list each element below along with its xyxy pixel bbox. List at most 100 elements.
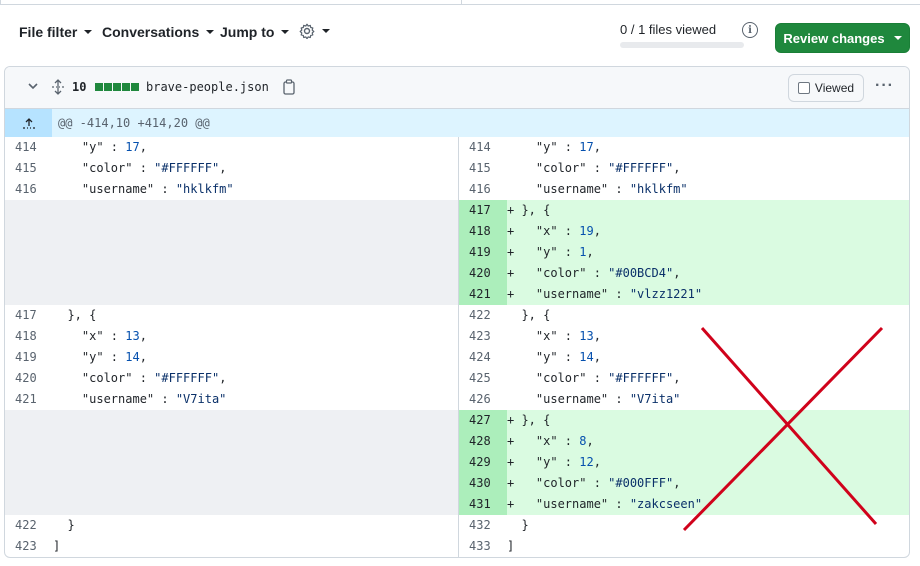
old-line-code	[53, 494, 458, 515]
diff-left-side: 420 "color" : "#FFFFFF",	[5, 368, 458, 389]
diff-right-side: 415 "color" : "#FFFFFF",	[458, 158, 909, 179]
new-line-number[interactable]: 425	[459, 368, 507, 389]
new-line-number[interactable]: 427	[459, 410, 507, 431]
old-line-code: "y" : 14,	[53, 350, 147, 364]
new-line-number[interactable]: 433	[459, 536, 507, 557]
old-line-code: }, {	[53, 308, 97, 322]
old-line-number[interactable]: 417	[5, 305, 53, 326]
new-line-number[interactable]: 421	[459, 284, 507, 305]
conversations-dropdown[interactable]: Conversations	[102, 24, 215, 40]
file-name-link[interactable]: brave-people.json	[146, 80, 269, 94]
jump-to-dropdown[interactable]: Jump to	[220, 24, 290, 40]
old-line-number[interactable]: 422	[5, 515, 53, 536]
new-line-number[interactable]: 428	[459, 431, 507, 452]
new-line-number[interactable]: 419	[459, 242, 507, 263]
old-line-code	[53, 431, 458, 452]
diff-left-side: 422 }	[5, 515, 458, 536]
old-line-code	[53, 410, 458, 431]
diffstat-block	[131, 83, 139, 91]
old-line-number[interactable]: 421	[5, 389, 53, 410]
conversations-label: Conversations	[102, 24, 200, 40]
old-line-number[interactable]: 415	[5, 158, 53, 179]
copy-icon	[283, 79, 295, 95]
old-line-number[interactable]: 419	[5, 347, 53, 368]
hunk-header: @@ -414,10 +414,20 @@	[5, 109, 909, 137]
new-line-number[interactable]: 415	[459, 158, 507, 179]
changes-count: 10	[72, 80, 87, 94]
chevron-down-icon	[893, 36, 902, 40]
red-x-annotation	[682, 326, 884, 532]
new-line-number[interactable]: 416	[459, 179, 507, 200]
diffstat	[95, 83, 139, 91]
diffstat-block	[113, 83, 121, 91]
settings-dropdown[interactable]	[299, 23, 330, 39]
old-line-code: ]	[53, 539, 61, 553]
diff-row: 414 "y" : 17, 414 "y" : 17,	[5, 137, 909, 158]
info-icon[interactable]: i	[742, 22, 758, 38]
old-line-number[interactable]: 423	[5, 536, 53, 557]
tab-strip	[0, 0, 920, 6]
old-line-number	[5, 284, 53, 305]
file-filter-dropdown[interactable]: File filter	[19, 24, 93, 40]
diff-right-side: 416 "username" : "hklkfm"	[458, 179, 909, 200]
old-line-number[interactable]: 418	[5, 326, 53, 347]
old-line-number	[5, 473, 53, 494]
new-line-number[interactable]: 420	[459, 263, 507, 284]
diff-left-side	[5, 284, 458, 305]
diff-left-side	[5, 221, 458, 242]
more-options-icon[interactable]: ···	[875, 77, 894, 95]
old-line-code: "x" : 13,	[53, 329, 147, 343]
new-line-number[interactable]: 418	[459, 221, 507, 242]
review-changes-button[interactable]: Review changes	[775, 23, 910, 53]
diff-row: 416 "username" : "hklkfm" 416 "username" …	[5, 179, 909, 200]
old-line-number[interactable]: 414	[5, 137, 53, 158]
viewed-checkbox[interactable]: Viewed	[788, 74, 864, 102]
diff-row: 421 + "username" : "vlzz1221"	[5, 284, 909, 305]
old-line-code	[53, 284, 458, 305]
new-line-number[interactable]: 426	[459, 389, 507, 410]
diff-left-side	[5, 473, 458, 494]
old-line-code	[53, 473, 458, 494]
diff-right-side: 414 "y" : 17,	[458, 137, 909, 158]
chevron-down-icon	[322, 29, 330, 33]
new-line-number[interactable]: 432	[459, 515, 507, 536]
old-line-number[interactable]: 416	[5, 179, 53, 200]
diff-toolbar: File filter Conversations Jump to 0 / 1 …	[0, 14, 920, 56]
diff-row: 415 "color" : "#FFFFFF", 415 "color" : "#…	[5, 158, 909, 179]
diff-left-side	[5, 242, 458, 263]
diff-left-side: 423]	[5, 536, 458, 557]
new-line-code: "username" : "hklkfm"	[507, 182, 688, 196]
tab-strip-right	[462, 0, 920, 5]
old-line-number	[5, 452, 53, 473]
diff-right-side: 419 + "y" : 1,	[458, 242, 909, 263]
new-line-number[interactable]: 424	[459, 347, 507, 368]
diff-row: 417 }, {422 }, {	[5, 305, 909, 326]
old-line-code	[53, 263, 458, 284]
new-line-number[interactable]: 422	[459, 305, 507, 326]
expand-all-button[interactable]	[51, 79, 65, 100]
new-line-number[interactable]: 417	[459, 200, 507, 221]
diff-row: 419 + "y" : 1,	[5, 242, 909, 263]
copy-path-button[interactable]	[282, 79, 296, 100]
diff-right-side: 417 + }, {	[458, 200, 909, 221]
new-line-number[interactable]: 431	[459, 494, 507, 515]
chevron-down-icon	[281, 30, 290, 34]
new-line-code: }, {	[507, 308, 551, 322]
old-line-number[interactable]: 420	[5, 368, 53, 389]
added-line-code: + }, {	[507, 203, 551, 217]
diff-left-side	[5, 494, 458, 515]
new-line-number[interactable]: 430	[459, 473, 507, 494]
new-line-number[interactable]: 429	[459, 452, 507, 473]
old-line-number	[5, 263, 53, 284]
new-line-number[interactable]: 414	[459, 137, 507, 158]
new-line-number[interactable]: 423	[459, 326, 507, 347]
expand-up-button[interactable]	[5, 109, 52, 137]
diff-left-side	[5, 431, 458, 452]
file-header: 10 brave-people.json Viewed ···	[5, 67, 909, 109]
collapse-toggle[interactable]	[27, 80, 39, 92]
diff-left-side: 414 "y" : 17,	[5, 137, 458, 158]
added-line-code: + "username" : "vlzz1221"	[507, 287, 703, 301]
diff-left-side	[5, 452, 458, 473]
diffstat-block	[95, 83, 103, 91]
old-line-code: "y" : 17,	[53, 140, 147, 154]
